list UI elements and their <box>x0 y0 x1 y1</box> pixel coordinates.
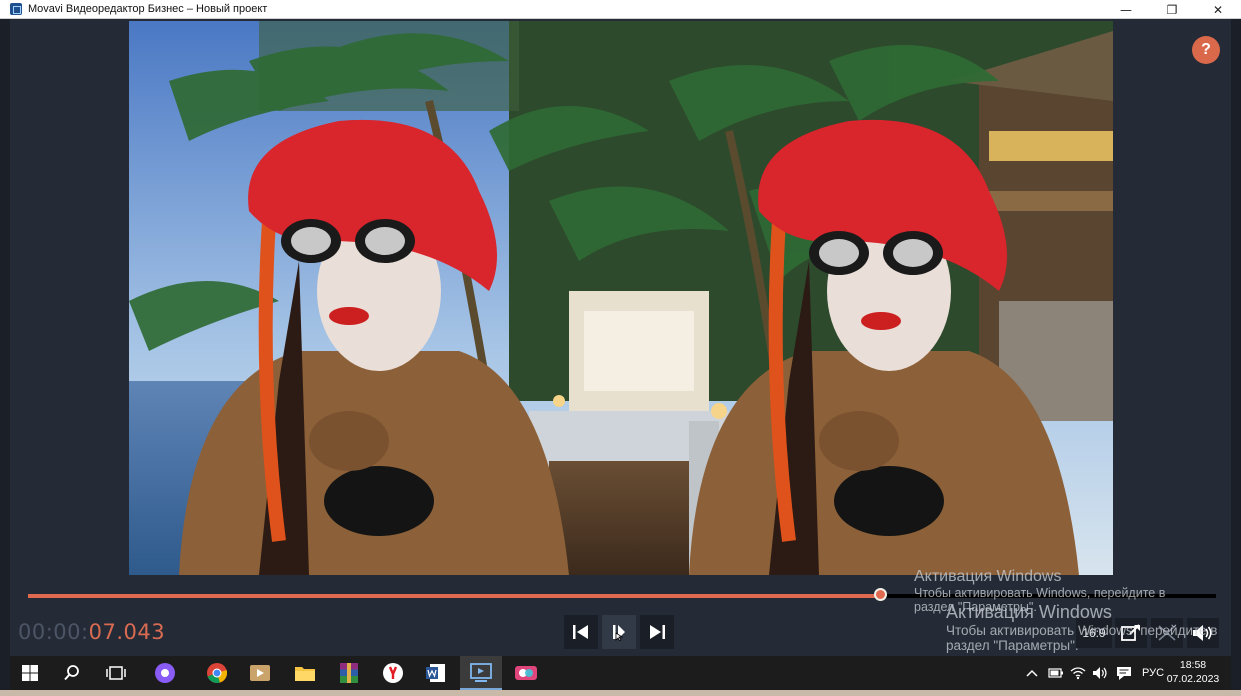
window-title: Movavi Видеоредактор Бизнес – Новый прое… <box>28 3 268 15</box>
timeline-track[interactable] <box>28 594 1216 598</box>
movavi-icon <box>470 663 492 682</box>
video-frame <box>129 21 1113 575</box>
yandex-browser-icon <box>383 663 403 683</box>
title-bar: Movavi Видеоредактор Бизнес – Новый прое… <box>0 0 1241 19</box>
playhead-handle[interactable] <box>873 588 887 601</box>
timeline-scrubber[interactable] <box>28 588 1216 601</box>
battery-icon[interactable] <box>1048 667 1064 679</box>
speaker-tray-icon[interactable] <box>1092 666 1108 680</box>
system-clock[interactable]: 18:58 07.02.2023 <box>1165 658 1221 686</box>
input-language[interactable]: РУС <box>1142 667 1164 679</box>
snapshot-button[interactable] <box>1115 618 1147 648</box>
taskbar-alice[interactable] <box>153 661 177 685</box>
taskbar-photo-app[interactable] <box>514 661 538 685</box>
previous-button[interactable] <box>564 615 598 649</box>
wifi-icon[interactable] <box>1070 666 1086 680</box>
volume-button[interactable] <box>1187 618 1219 648</box>
chevron-up-icon[interactable] <box>1026 668 1038 678</box>
taskbar-file-explorer[interactable] <box>293 661 317 685</box>
task-view-button[interactable] <box>104 661 128 685</box>
minimize-button[interactable]: — <box>1103 0 1149 19</box>
file-explorer-icon <box>295 667 315 681</box>
fullscreen-button[interactable] <box>1151 618 1183 648</box>
timecode-elapsed-prefix: 00:00: <box>18 620 89 644</box>
close-button[interactable]: ✕ <box>1195 0 1241 19</box>
restore-button[interactable]: ❐ <box>1149 0 1195 19</box>
start-button[interactable] <box>18 661 42 685</box>
search-button[interactable] <box>60 661 84 685</box>
notification-icon[interactable] <box>1116 666 1132 680</box>
desktop-edge <box>0 690 1241 696</box>
windows-taskbar: РУС 18:58 07.02.2023 <box>10 656 1231 690</box>
alice-icon <box>155 663 175 683</box>
skip-back-icon <box>573 625 588 639</box>
timecode: 00:00:07.043 <box>18 620 165 644</box>
volume-icon <box>1193 625 1212 641</box>
window-controls: — ❐ ✕ <box>1103 0 1241 19</box>
screen: Movavi Видеоредактор Бизнес – Новый прое… <box>0 0 1241 696</box>
play-pause-button[interactable] <box>602 615 636 649</box>
word-icon <box>426 664 445 682</box>
timeline-progress <box>28 594 880 598</box>
skip-forward-icon <box>650 625 665 639</box>
taskbar-winrar[interactable] <box>337 661 361 685</box>
search-icon <box>64 665 79 681</box>
next-button[interactable] <box>640 615 674 649</box>
aspect-ratio-button[interactable]: 16:9 <box>1076 618 1112 648</box>
taskbar-movavi[interactable] <box>469 661 493 685</box>
system-tray: РУС <box>1026 656 1164 690</box>
taskbar-chrome[interactable] <box>205 661 229 685</box>
start-icon <box>22 665 38 681</box>
photo-app-icon <box>515 666 537 680</box>
fullscreen-icon <box>1158 625 1176 641</box>
snapshot-icon <box>1121 624 1140 641</box>
play-pause-icon <box>613 625 625 641</box>
winrar-icon <box>340 663 358 683</box>
timecode-elapsed-seconds: 07.043 <box>88 620 166 644</box>
clock-time: 18:58 <box>1179 659 1207 671</box>
taskbar-word[interactable] <box>424 661 448 685</box>
movavi-app-icon <box>10 3 22 15</box>
help-button[interactable]: ? <box>1192 36 1220 64</box>
media-player-icon <box>250 665 270 681</box>
task-view-icon <box>106 666 126 680</box>
taskbar-yandex-browser[interactable] <box>381 661 405 685</box>
video-preview <box>129 21 1113 575</box>
chrome-icon <box>207 663 228 683</box>
transport-controls <box>564 615 674 649</box>
taskbar-media-player[interactable] <box>248 661 272 685</box>
player-window: ? 00:00:07.043 16:9 <box>10 19 1231 656</box>
clock-date: 07.02.2023 <box>1166 673 1220 685</box>
